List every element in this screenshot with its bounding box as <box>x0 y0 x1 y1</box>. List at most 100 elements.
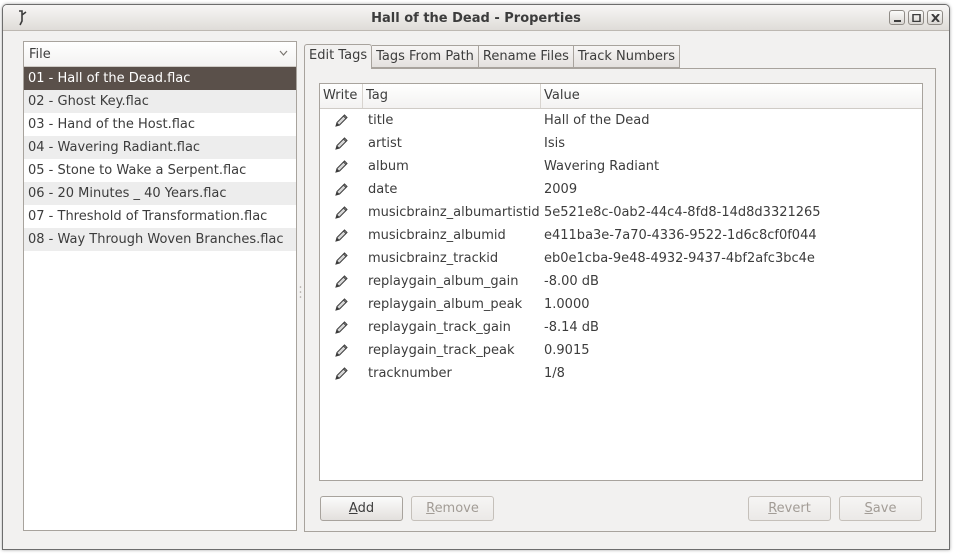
chevron-down-icon <box>279 50 288 56</box>
close-icon <box>931 14 940 22</box>
write-toggle[interactable] <box>320 339 363 362</box>
write-toggle[interactable] <box>320 362 363 385</box>
remove-button[interactable]: Remove <box>411 496 494 521</box>
remove-mnemonic: R <box>426 501 435 516</box>
write-toggle[interactable] <box>320 178 363 201</box>
pane-splitter-handle[interactable] <box>299 285 302 299</box>
file-list-item[interactable]: 03 - Hand of the Host.flac <box>24 113 296 136</box>
tag-row[interactable]: replaygain_album_gain -8.00 dB <box>320 270 922 293</box>
properties-window: Hall of the Dead - Properties File 01 - … <box>2 4 950 550</box>
revert-mnemonic: R <box>768 501 777 516</box>
add-label-rest: dd <box>357 501 375 516</box>
tag-row[interactable]: title Hall of the Dead <box>320 109 922 132</box>
window-title: Hall of the Dead - Properties <box>371 11 581 26</box>
file-list-item[interactable]: 08 - Way Through Woven Branches.flac <box>24 228 296 251</box>
tag-value[interactable]: 0.9015 <box>541 343 922 358</box>
pencil-icon <box>335 298 348 311</box>
tag-name: musicbrainz_albumid <box>368 228 506 243</box>
save-label-rest: ave <box>872 501 897 516</box>
tag-value[interactable]: 1.0000 <box>541 297 922 312</box>
add-button[interactable]: Add <box>320 496 403 521</box>
minimize-button[interactable] <box>889 10 905 25</box>
tag-name: replaygain_track_peak <box>368 343 515 358</box>
tag-value[interactable]: -8.14 dB <box>541 320 922 335</box>
write-toggle[interactable] <box>320 201 363 224</box>
title-bar[interactable]: Hall of the Dead - Properties <box>3 5 949 31</box>
file-list-item[interactable]: 02 - Ghost Key.flac <box>24 90 296 113</box>
tag-value[interactable]: Wavering Radiant <box>541 159 922 174</box>
pencil-icon <box>335 183 348 196</box>
tag-row[interactable]: artist Isis <box>320 132 922 155</box>
tag-value[interactable]: 1/8 <box>541 366 922 381</box>
pencil-icon <box>335 252 348 265</box>
tag-name: replaygain_album_gain <box>368 274 519 289</box>
save-button[interactable]: Save <box>839 496 922 521</box>
close-button[interactable] <box>927 10 943 25</box>
revert-label-rest: evert <box>776 501 811 516</box>
tag-name: tracknumber <box>368 366 452 381</box>
tag-name: artist <box>368 136 402 151</box>
tag-name: musicbrainz_trackid <box>368 251 499 266</box>
tag-row[interactable]: album Wavering Radiant <box>320 155 922 178</box>
tag-table-header: Write Tag Value <box>320 84 922 109</box>
maximize-icon <box>912 14 921 22</box>
write-column-header[interactable]: Write <box>320 84 363 108</box>
tag-value[interactable]: eb0e1cba-9e48-4932-9437-4bf2afc3bc4e <box>541 251 922 266</box>
pencil-icon <box>335 137 348 150</box>
tag-value[interactable]: -8.00 dB <box>541 274 922 289</box>
file-list-item[interactable]: 04 - Wavering Radiant.flac <box>24 136 296 159</box>
tag-name: replaygain_album_peak <box>368 297 523 312</box>
tag-value[interactable]: Hall of the Dead <box>541 113 922 128</box>
pencil-icon <box>335 367 348 380</box>
file-list-item[interactable]: 07 - Threshold of Transformation.flac <box>24 205 296 228</box>
tag-value[interactable]: e411ba3e-7a70-4336-9522-1d6c8cf0f044 <box>541 228 922 243</box>
file-column-label: File <box>29 47 51 62</box>
file-column-header[interactable]: File <box>24 42 296 67</box>
maximize-button[interactable] <box>908 10 924 25</box>
tag-row[interactable]: replaygain_album_peak 1.0000 <box>320 293 922 316</box>
write-toggle[interactable] <box>320 109 363 132</box>
tag-row[interactable]: musicbrainz_albumartistid 5e521e8c-0ab2-4… <box>320 201 922 224</box>
tab-rename-files[interactable]: Rename Files <box>478 45 574 68</box>
tag-name: musicbrainz_albumartistid <box>368 205 540 220</box>
tab-tags-from-path[interactable]: Tags From Path <box>372 45 479 68</box>
tag-value[interactable]: Isis <box>541 136 922 151</box>
value-column-header[interactable]: Value <box>541 84 922 108</box>
write-toggle[interactable] <box>320 224 363 247</box>
tab-bar: Edit Tags Tags From Path Rename Files Tr… <box>304 44 681 69</box>
pencil-icon <box>335 229 348 242</box>
tag-row[interactable]: tracknumber 1/8 <box>320 362 922 385</box>
pencil-icon <box>335 321 348 334</box>
tag-name: title <box>368 113 394 128</box>
tag-row[interactable]: replaygain_track_gain -8.14 dB <box>320 316 922 339</box>
pencil-icon <box>335 206 348 219</box>
write-toggle[interactable] <box>320 155 363 178</box>
write-toggle[interactable] <box>320 316 363 339</box>
remove-label-rest: emove <box>434 501 479 516</box>
tag-name: album <box>368 159 409 174</box>
file-list-item[interactable]: 06 - 20 Minutes _ 40 Years.flac <box>24 182 296 205</box>
tab-edit-tags[interactable]: Edit Tags <box>304 44 373 69</box>
file-list[interactable]: File 01 - Hall of the Dead.flac 02 - Gho… <box>23 41 297 531</box>
tag-column-header[interactable]: Tag <box>363 84 541 108</box>
tag-table[interactable]: Write Tag Value title Hall of the Dead art… <box>319 83 923 481</box>
tag-value[interactable]: 2009 <box>541 182 922 197</box>
tab-track-numbers[interactable]: Track Numbers <box>573 45 681 68</box>
file-list-item[interactable]: 05 - Stone to Wake a Serpent.flac <box>24 159 296 182</box>
tag-row[interactable]: musicbrainz_trackid eb0e1cba-9e48-4932-94… <box>320 247 922 270</box>
add-mnemonic: A <box>348 501 358 516</box>
edit-tags-panel: Write Tag Value title Hall of the Dead art… <box>304 68 936 532</box>
tag-row[interactable]: replaygain_track_peak 0.9015 <box>320 339 922 362</box>
pencil-icon <box>335 275 348 288</box>
write-toggle[interactable] <box>320 247 363 270</box>
file-list-item[interactable]: 01 - Hall of the Dead.flac <box>24 67 296 90</box>
tag-value[interactable]: 5e521e8c-0ab2-44c4-8fd8-14d8d3321265 <box>541 205 922 220</box>
write-toggle[interactable] <box>320 132 363 155</box>
write-toggle[interactable] <box>320 270 363 293</box>
tag-name: date <box>368 182 398 197</box>
tag-row[interactable]: musicbrainz_albumid e411ba3e-7a70-4336-95… <box>320 224 922 247</box>
write-toggle[interactable] <box>320 293 363 316</box>
revert-button[interactable]: Revert <box>748 496 831 521</box>
tag-name: replaygain_track_gain <box>368 320 511 335</box>
tag-row[interactable]: date 2009 <box>320 178 922 201</box>
